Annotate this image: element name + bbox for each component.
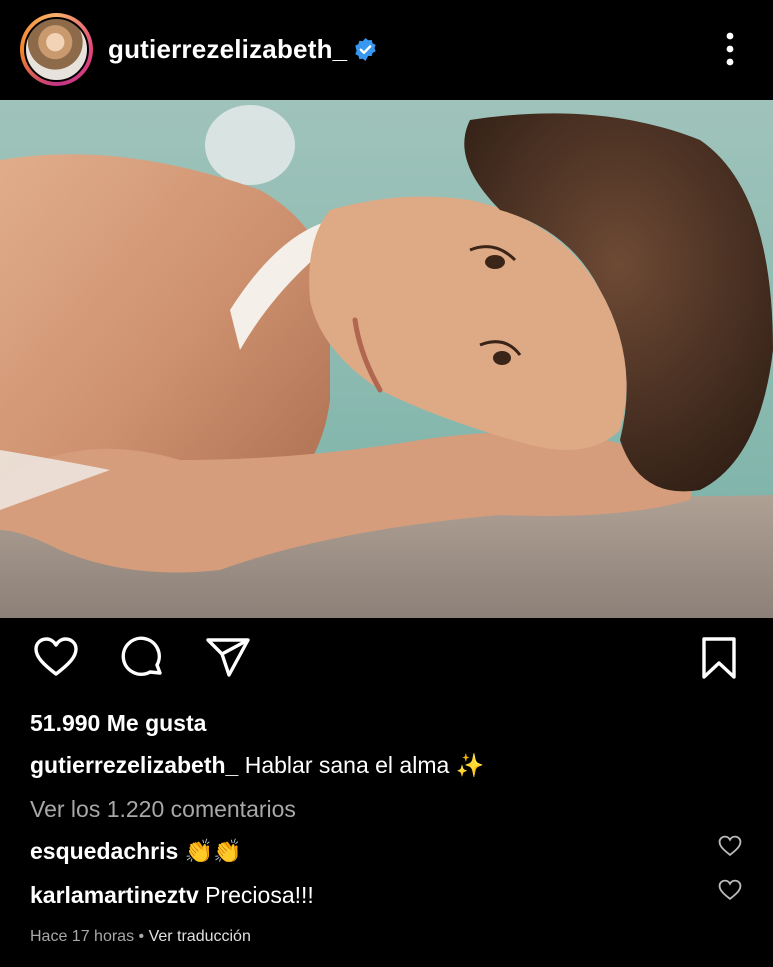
view-comments-link[interactable]: Ver los 1.220 comentarios [30,796,296,823]
post-image[interactable] [0,100,773,618]
post-caption: gutierrezelizabeth_ Hablar sana el alma … [30,752,484,779]
username[interactable]: gutierrezelizabeth_ [108,34,347,65]
more-vertical-icon[interactable] [718,30,742,68]
action-bar [0,636,773,692]
comment-icon[interactable] [120,636,166,682]
comment-row: karlamartineztv Preciosa!!! [30,882,314,909]
post-meta: Hace 17 horas • Ver traducción [30,928,251,946]
comment-row: esquedachris 👏👏 [30,838,242,865]
comment-like-icon[interactable] [718,879,742,901]
comment-text: 👏👏 [184,838,242,864]
verified-badge-icon [355,38,376,61]
post-header: gutierrezelizabeth_ [0,0,773,100]
comment-text: Preciosa!!! [205,882,314,908]
comment-like-icon[interactable] [718,835,742,857]
comment-username[interactable]: karlamartineztv [30,882,199,908]
avatar-image [24,17,89,82]
post-time: Hace 17 horas [30,928,135,945]
caption-username[interactable]: gutierrezelizabeth_ [30,752,238,778]
avatar[interactable] [20,13,93,86]
heart-icon[interactable] [33,636,79,678]
comment-username[interactable]: esquedachris [30,838,178,864]
meta-separator: • [134,928,149,945]
post-photo [0,100,773,618]
caption-text: Hablar sana el alma ✨ [244,752,485,778]
like-count[interactable]: 51.990 Me gusta [30,710,206,737]
bookmark-icon[interactable] [700,636,738,680]
send-icon[interactable] [205,636,251,678]
translate-link[interactable]: Ver traducción [149,928,251,945]
